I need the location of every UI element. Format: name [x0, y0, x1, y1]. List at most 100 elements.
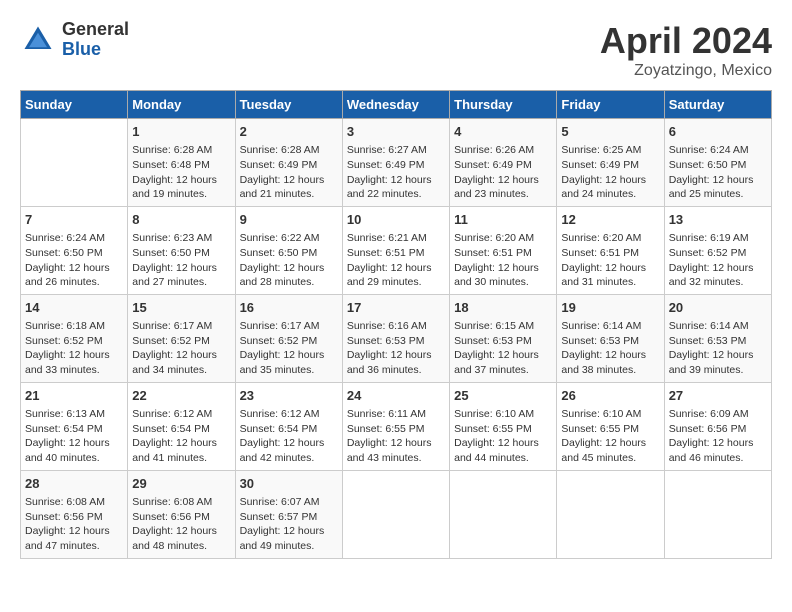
day-number: 9 [240, 211, 338, 229]
calendar-cell: 7 Sunrise: 6:24 AM Sunset: 6:50 PM Daylig… [21, 206, 128, 294]
calendar-cell: 23 Sunrise: 6:12 AM Sunset: 6:54 PM Dayli… [235, 382, 342, 470]
day-info: Sunrise: 6:16 AM Sunset: 6:53 PM Dayligh… [347, 319, 445, 378]
day-number: 21 [25, 387, 123, 405]
calendar-cell: 22 Sunrise: 6:12 AM Sunset: 6:54 PM Dayli… [128, 382, 235, 470]
day-info: Sunrise: 6:18 AM Sunset: 6:52 PM Dayligh… [25, 319, 123, 378]
day-number: 12 [561, 211, 659, 229]
day-info: Sunrise: 6:08 AM Sunset: 6:56 PM Dayligh… [25, 495, 123, 554]
calendar-cell: 25 Sunrise: 6:10 AM Sunset: 6:55 PM Dayli… [450, 382, 557, 470]
calendar-cell: 24 Sunrise: 6:11 AM Sunset: 6:55 PM Dayli… [342, 382, 449, 470]
day-info: Sunrise: 6:14 AM Sunset: 6:53 PM Dayligh… [669, 319, 767, 378]
location-subtitle: Zoyatzingo, Mexico [600, 62, 772, 80]
day-number: 30 [240, 475, 338, 493]
calendar-cell: 9 Sunrise: 6:22 AM Sunset: 6:50 PM Daylig… [235, 206, 342, 294]
day-info: Sunrise: 6:26 AM Sunset: 6:49 PM Dayligh… [454, 143, 552, 202]
day-number: 2 [240, 123, 338, 141]
day-info: Sunrise: 6:22 AM Sunset: 6:50 PM Dayligh… [240, 231, 338, 290]
calendar-cell: 27 Sunrise: 6:09 AM Sunset: 6:56 PM Dayli… [664, 382, 771, 470]
day-info: Sunrise: 6:11 AM Sunset: 6:55 PM Dayligh… [347, 407, 445, 466]
calendar-week-4: 21 Sunrise: 6:13 AM Sunset: 6:54 PM Dayli… [21, 382, 772, 470]
day-info: Sunrise: 6:21 AM Sunset: 6:51 PM Dayligh… [347, 231, 445, 290]
calendar-cell: 8Sunrise: 6:23 AM Sunset: 6:50 PM Daylig… [128, 206, 235, 294]
day-info: Sunrise: 6:24 AM Sunset: 6:50 PM Dayligh… [669, 143, 767, 202]
logo-icon [20, 22, 56, 58]
day-info: Sunrise: 6:28 AM Sunset: 6:48 PM Dayligh… [132, 143, 230, 202]
day-number: 18 [454, 299, 552, 317]
calendar-cell: 2 Sunrise: 6:28 AM Sunset: 6:49 PM Daylig… [235, 119, 342, 207]
logo-blue-text: Blue [62, 40, 129, 60]
day-number: 6 [669, 123, 767, 141]
calendar-cell: 28 Sunrise: 6:08 AM Sunset: 6:56 PM Dayli… [21, 470, 128, 558]
day-number: 11 [454, 211, 552, 229]
day-info: Sunrise: 6:24 AM Sunset: 6:50 PM Dayligh… [25, 231, 123, 290]
day-number: 7 [25, 211, 123, 229]
calendar-week-2: 7 Sunrise: 6:24 AM Sunset: 6:50 PM Daylig… [21, 206, 772, 294]
day-number: 19 [561, 299, 659, 317]
day-number: 23 [240, 387, 338, 405]
header-sunday: Sunday [21, 91, 128, 119]
page-header: General Blue April 2024 Zoyatzingo, Mexi… [20, 20, 772, 80]
calendar-cell: 18 Sunrise: 6:15 AM Sunset: 6:53 PM Dayli… [450, 294, 557, 382]
day-number: 14 [25, 299, 123, 317]
header-friday: Friday [557, 91, 664, 119]
day-info: Sunrise: 6:10 AM Sunset: 6:55 PM Dayligh… [454, 407, 552, 466]
day-info: Sunrise: 6:20 AM Sunset: 6:51 PM Dayligh… [454, 231, 552, 290]
logo-general-text: General [62, 20, 129, 40]
day-number: 28 [25, 475, 123, 493]
calendar-cell: 4Sunrise: 6:26 AM Sunset: 6:49 PM Daylig… [450, 119, 557, 207]
calendar-cell [21, 119, 128, 207]
calendar-cell: 19Sunrise: 6:14 AM Sunset: 6:53 PM Dayli… [557, 294, 664, 382]
day-info: Sunrise: 6:28 AM Sunset: 6:49 PM Dayligh… [240, 143, 338, 202]
day-number: 13 [669, 211, 767, 229]
calendar-cell: 20 Sunrise: 6:14 AM Sunset: 6:53 PM Dayli… [664, 294, 771, 382]
header-tuesday: Tuesday [235, 91, 342, 119]
calendar-cell: 3Sunrise: 6:27 AM Sunset: 6:49 PM Daylig… [342, 119, 449, 207]
day-number: 1 [132, 123, 230, 141]
day-number: 24 [347, 387, 445, 405]
day-number: 27 [669, 387, 767, 405]
day-number: 15 [132, 299, 230, 317]
header-saturday: Saturday [664, 91, 771, 119]
day-info: Sunrise: 6:12 AM Sunset: 6:54 PM Dayligh… [240, 407, 338, 466]
calendar-cell: 11 Sunrise: 6:20 AM Sunset: 6:51 PM Dayli… [450, 206, 557, 294]
calendar-week-1: 1 Sunrise: 6:28 AM Sunset: 6:48 PM Daylig… [21, 119, 772, 207]
logo: General Blue [20, 20, 129, 60]
calendar-cell: 13Sunrise: 6:19 AM Sunset: 6:52 PM Dayli… [664, 206, 771, 294]
month-title: April 2024 [600, 20, 772, 62]
day-number: 20 [669, 299, 767, 317]
day-info: Sunrise: 6:12 AM Sunset: 6:54 PM Dayligh… [132, 407, 230, 466]
calendar-cell: 15 Sunrise: 6:17 AM Sunset: 6:52 PM Dayli… [128, 294, 235, 382]
header-thursday: Thursday [450, 91, 557, 119]
day-info: Sunrise: 6:17 AM Sunset: 6:52 PM Dayligh… [132, 319, 230, 378]
calendar-cell [664, 470, 771, 558]
calendar-table: SundayMondayTuesdayWednesdayThursdayFrid… [20, 90, 772, 559]
calendar-week-5: 28 Sunrise: 6:08 AM Sunset: 6:56 PM Dayli… [21, 470, 772, 558]
day-info: Sunrise: 6:25 AM Sunset: 6:49 PM Dayligh… [561, 143, 659, 202]
day-number: 10 [347, 211, 445, 229]
day-info: Sunrise: 6:09 AM Sunset: 6:56 PM Dayligh… [669, 407, 767, 466]
calendar-cell: 1 Sunrise: 6:28 AM Sunset: 6:48 PM Daylig… [128, 119, 235, 207]
calendar-cell: 14 Sunrise: 6:18 AM Sunset: 6:52 PM Dayli… [21, 294, 128, 382]
day-number: 22 [132, 387, 230, 405]
day-info: Sunrise: 6:10 AM Sunset: 6:55 PM Dayligh… [561, 407, 659, 466]
calendar-cell: 21 Sunrise: 6:13 AM Sunset: 6:54 PM Dayli… [21, 382, 128, 470]
day-number: 29 [132, 475, 230, 493]
calendar-header-row: SundayMondayTuesdayWednesdayThursdayFrid… [21, 91, 772, 119]
calendar-cell: 6 Sunrise: 6:24 AM Sunset: 6:50 PM Daylig… [664, 119, 771, 207]
calendar-cell: 30 Sunrise: 6:07 AM Sunset: 6:57 PM Dayli… [235, 470, 342, 558]
day-info: Sunrise: 6:17 AM Sunset: 6:52 PM Dayligh… [240, 319, 338, 378]
logo-text: General Blue [62, 20, 129, 60]
day-number: 17 [347, 299, 445, 317]
day-info: Sunrise: 6:27 AM Sunset: 6:49 PM Dayligh… [347, 143, 445, 202]
day-info: Sunrise: 6:13 AM Sunset: 6:54 PM Dayligh… [25, 407, 123, 466]
day-number: 25 [454, 387, 552, 405]
day-number: 16 [240, 299, 338, 317]
day-info: Sunrise: 6:23 AM Sunset: 6:50 PM Dayligh… [132, 231, 230, 290]
day-number: 26 [561, 387, 659, 405]
day-info: Sunrise: 6:08 AM Sunset: 6:56 PM Dayligh… [132, 495, 230, 554]
calendar-cell [557, 470, 664, 558]
day-info: Sunrise: 6:07 AM Sunset: 6:57 PM Dayligh… [240, 495, 338, 554]
calendar-cell: 29 Sunrise: 6:08 AM Sunset: 6:56 PM Dayli… [128, 470, 235, 558]
day-info: Sunrise: 6:15 AM Sunset: 6:53 PM Dayligh… [454, 319, 552, 378]
day-number: 5 [561, 123, 659, 141]
